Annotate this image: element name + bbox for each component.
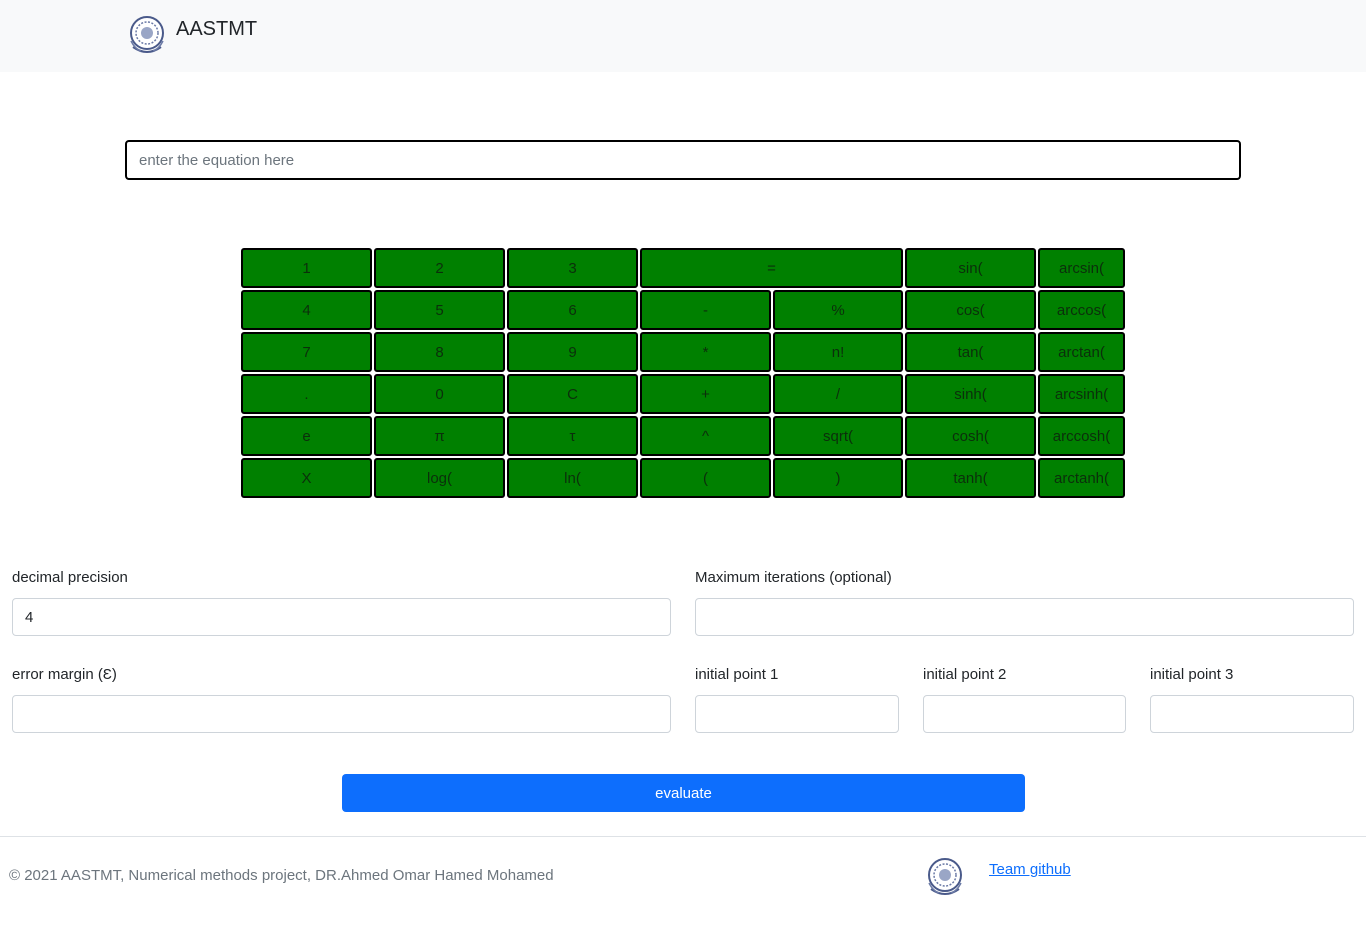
key-multiply[interactable]: * <box>640 332 771 372</box>
key-tan[interactable]: tan( <box>905 332 1036 372</box>
key-ln[interactable]: ln( <box>507 458 638 498</box>
brand-name[interactable]: AASTMT <box>176 18 257 41</box>
key-arctan[interactable]: arctan( <box>1038 332 1125 372</box>
key-0[interactable]: 0 <box>374 374 505 414</box>
max-iterations-field[interactable] <box>695 598 1354 636</box>
key-arcsin[interactable]: arcsin( <box>1038 248 1125 288</box>
key-cosh[interactable]: cosh( <box>905 416 1036 456</box>
initial-point-3-label: initial point 3 <box>1150 666 1234 683</box>
error-margin-field[interactable] <box>12 695 671 733</box>
key-tanh[interactable]: tanh( <box>905 458 1036 498</box>
decimal-precision-field[interactable] <box>12 598 671 636</box>
key-pi[interactable]: π <box>374 416 505 456</box>
initial-point-3-field[interactable] <box>1150 695 1354 733</box>
key-percent[interactable]: % <box>773 290 903 330</box>
key-divide[interactable]: / <box>773 374 903 414</box>
team-github-link[interactable]: Team github <box>989 861 1071 878</box>
key-equals[interactable]: = <box>640 248 903 288</box>
key-arccos[interactable]: arccos( <box>1038 290 1125 330</box>
key-e[interactable]: e <box>241 416 372 456</box>
initial-point-1-field[interactable] <box>695 695 899 733</box>
initial-point-1-label: initial point 1 <box>695 666 779 683</box>
key-tau[interactable]: τ <box>507 416 638 456</box>
decimal-precision-label: decimal precision <box>12 569 128 586</box>
key-open-paren[interactable]: ( <box>640 458 771 498</box>
key-minus[interactable]: - <box>640 290 771 330</box>
key-factorial[interactable]: n! <box>773 332 903 372</box>
key-close-paren[interactable]: ) <box>773 458 903 498</box>
key-x-variable[interactable]: X <box>241 458 372 498</box>
key-power[interactable]: ^ <box>640 416 771 456</box>
error-margin-label: error margin (Ɛ) <box>12 666 117 683</box>
key-sqrt[interactable]: sqrt( <box>773 416 903 456</box>
key-5[interactable]: 5 <box>374 290 505 330</box>
key-arccosh[interactable]: arccosh( <box>1038 416 1125 456</box>
footer-copyright: © 2021 AASTMT, Numerical methods project… <box>9 867 554 884</box>
equation-input[interactable] <box>125 140 1241 180</box>
key-4[interactable]: 4 <box>241 290 372 330</box>
key-sinh[interactable]: sinh( <box>905 374 1036 414</box>
navbar: AASTMT <box>0 0 1366 72</box>
key-8[interactable]: 8 <box>374 332 505 372</box>
key-9[interactable]: 9 <box>507 332 638 372</box>
initial-point-2-label: initial point 2 <box>923 666 1007 683</box>
key-plus[interactable]: + <box>640 374 771 414</box>
key-log[interactable]: log( <box>374 458 505 498</box>
key-arctanh[interactable]: arctanh( <box>1038 458 1125 498</box>
key-clear[interactable]: C <box>507 374 638 414</box>
key-2[interactable]: 2 <box>374 248 505 288</box>
key-arcsinh[interactable]: arcsinh( <box>1038 374 1125 414</box>
key-6[interactable]: 6 <box>507 290 638 330</box>
key-sin[interactable]: sin( <box>905 248 1036 288</box>
max-iterations-label: Maximum iterations (optional) <box>695 569 892 586</box>
initial-point-2-field[interactable] <box>923 695 1126 733</box>
key-1[interactable]: 1 <box>241 248 372 288</box>
key-7[interactable]: 7 <box>241 332 372 372</box>
aastmt-logo-icon <box>928 858 962 895</box>
evaluate-button[interactable]: evaluate <box>342 774 1025 812</box>
key-cos[interactable]: cos( <box>905 290 1036 330</box>
footer-divider <box>0 836 1366 837</box>
key-3[interactable]: 3 <box>507 248 638 288</box>
aastmt-logo-icon[interactable] <box>125 13 169 57</box>
key-decimal-point[interactable]: . <box>241 374 372 414</box>
